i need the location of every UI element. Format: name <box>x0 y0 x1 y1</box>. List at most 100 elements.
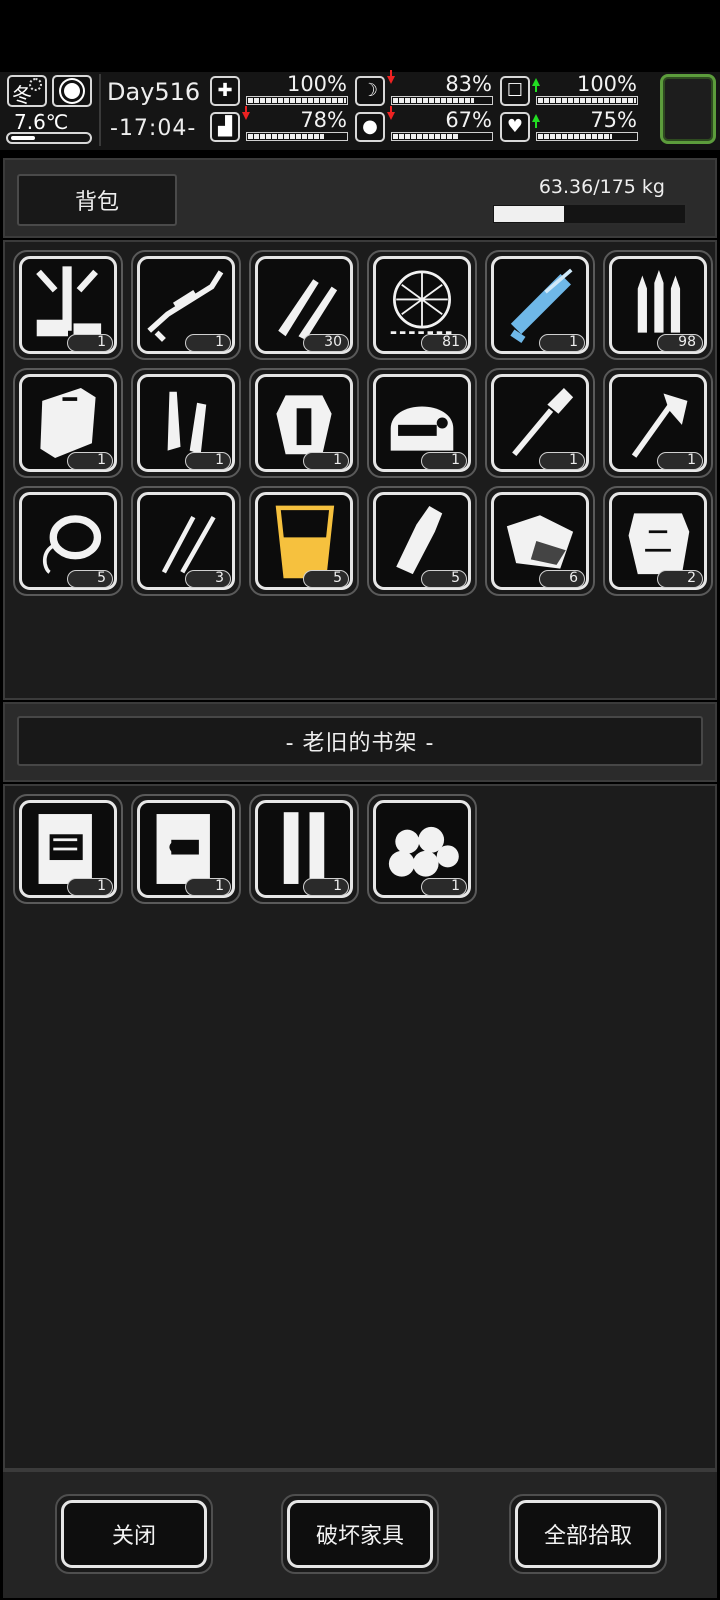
stat-bar-fill <box>538 98 636 103</box>
inventory-slot[interactable]: 1 <box>249 794 359 904</box>
item-count: 1 <box>421 878 467 896</box>
inventory-slot[interactable]: 1 <box>249 368 359 478</box>
item-count: 98 <box>657 334 703 352</box>
item-count: 81 <box>421 334 467 352</box>
item-count: 1 <box>539 452 585 470</box>
item-count: 2 <box>657 570 703 588</box>
trend-up-icon <box>532 78 540 92</box>
take-all-button[interactable]: 全部拾取 <box>509 1494 667 1574</box>
backpack-panel: 1 1 30 81 1 98 1 1 1 1 1 1 5 3 5 5 6 2 <box>3 240 717 700</box>
stat-bar-fill <box>393 134 459 139</box>
close-button[interactable]: 关闭 <box>55 1494 213 1574</box>
stat-bar-fill <box>538 134 612 139</box>
trend-up-icon <box>532 114 540 128</box>
inventory-slot[interactable]: 30 <box>249 250 359 360</box>
quick-slot[interactable] <box>660 74 716 144</box>
item-count: 1 <box>303 878 349 896</box>
brain-icon: ☐ <box>500 76 530 106</box>
inventory-slot[interactable]: 81 <box>367 250 477 360</box>
trend-down-icon <box>387 106 395 120</box>
backpack-grid: 1 1 30 81 1 98 1 1 1 1 1 1 5 3 5 5 6 2 <box>13 250 713 596</box>
stat-bar <box>246 96 348 105</box>
container-header: - 老旧的书架 - <box>3 702 717 782</box>
boot-icon: ▟ <box>210 112 240 142</box>
water-drop-icon: ● <box>355 112 385 142</box>
stat-percent: 100% <box>286 72 347 96</box>
inventory-slot[interactable]: 1 <box>485 250 595 360</box>
clock: -17:04- <box>110 116 197 141</box>
inventory-slot[interactable]: 1 <box>13 250 123 360</box>
take-all-button-label: 全部拾取 <box>515 1500 661 1568</box>
item-count: 3 <box>185 570 231 588</box>
inventory-slot[interactable]: 5 <box>249 486 359 596</box>
temperature-gauge <box>6 132 92 144</box>
stat-percent: 67% <box>445 108 492 132</box>
container-grid: 1 1 1 1 <box>13 794 713 904</box>
action-bar: 关闭 破坏家具 全部拾取 <box>3 1470 717 1598</box>
inventory-slot[interactable]: 1 <box>367 368 477 478</box>
weight-bar-fill <box>494 206 564 222</box>
item-count: 6 <box>539 570 585 588</box>
item-count: 5 <box>67 570 113 588</box>
weight-bar <box>491 203 687 225</box>
backpack-tab[interactable]: 背包 <box>17 174 177 226</box>
hud-divider <box>99 74 101 146</box>
container-title: - 老旧的书架 - <box>17 716 703 766</box>
inventory-slot[interactable]: 6 <box>485 486 595 596</box>
trend-down-icon <box>387 70 395 84</box>
inventory-slot[interactable]: 1 <box>603 368 713 478</box>
item-count: 1 <box>67 452 113 470</box>
sun-icon <box>64 83 80 99</box>
stat-bar <box>391 132 493 141</box>
item-count: 1 <box>185 334 231 352</box>
stomach-icon: ☽ <box>355 76 385 106</box>
item-count: 1 <box>539 334 585 352</box>
container-panel: 1 1 1 1 <box>3 784 717 1470</box>
trend-down-icon <box>242 106 250 120</box>
temperature-gauge-fill <box>11 136 35 140</box>
stat-bar-fill <box>248 98 346 103</box>
stat-health: ✚ 100% <box>210 72 350 108</box>
stat-stamina: ▟ 78% <box>210 106 350 144</box>
stat-bar <box>246 132 348 141</box>
item-count: 1 <box>421 452 467 470</box>
close-button-label: 关闭 <box>61 1500 207 1568</box>
item-count: 30 <box>303 334 349 352</box>
inventory-slot[interactable]: 3 <box>131 486 241 596</box>
item-count: 1 <box>67 878 113 896</box>
stat-percent: 78% <box>300 108 347 132</box>
season-indicator: 冬 <box>7 75 47 107</box>
weather-indicator <box>52 75 92 107</box>
stat-bar-fill <box>393 98 474 103</box>
stat-thirst: ● 67% <box>355 106 495 144</box>
stat-percent: 83% <box>445 72 492 96</box>
item-count: 1 <box>185 878 231 896</box>
inventory-slot[interactable]: 1 <box>485 368 595 478</box>
stat-bar-fill <box>248 134 324 139</box>
inventory-slot[interactable]: 1 <box>131 794 241 904</box>
medkit-icon: ✚ <box>210 76 240 106</box>
inventory-slot[interactable]: 5 <box>13 486 123 596</box>
backpack-header: 背包 63.36/175 kg <box>3 158 717 238</box>
item-count: 5 <box>303 570 349 588</box>
inventory-slot[interactable]: 5 <box>367 486 477 596</box>
item-count: 1 <box>303 452 349 470</box>
inventory-slot[interactable]: 1 <box>131 368 241 478</box>
temperature-label: 7.6℃ <box>14 110 69 134</box>
stat-bar <box>536 132 638 141</box>
item-count: 1 <box>657 452 703 470</box>
inventory-slot[interactable]: 1 <box>367 794 477 904</box>
inventory-slot[interactable]: 1 <box>131 250 241 360</box>
stat-bar <box>536 96 638 105</box>
destroy-furniture-button[interactable]: 破坏家具 <box>281 1494 439 1574</box>
stat-mental: ☐ 100% <box>500 72 640 108</box>
item-count: 1 <box>185 452 231 470</box>
inventory-slot[interactable]: 1 <box>13 368 123 478</box>
inventory-slot[interactable]: 2 <box>603 486 713 596</box>
stat-hunger: ☽ 83% <box>355 70 495 108</box>
weight-label: 63.36/175 kg <box>538 176 665 198</box>
item-count: 5 <box>421 570 467 588</box>
inventory-slot[interactable]: 98 <box>603 250 713 360</box>
day-counter: Day516 <box>107 78 201 106</box>
inventory-slot[interactable]: 1 <box>13 794 123 904</box>
